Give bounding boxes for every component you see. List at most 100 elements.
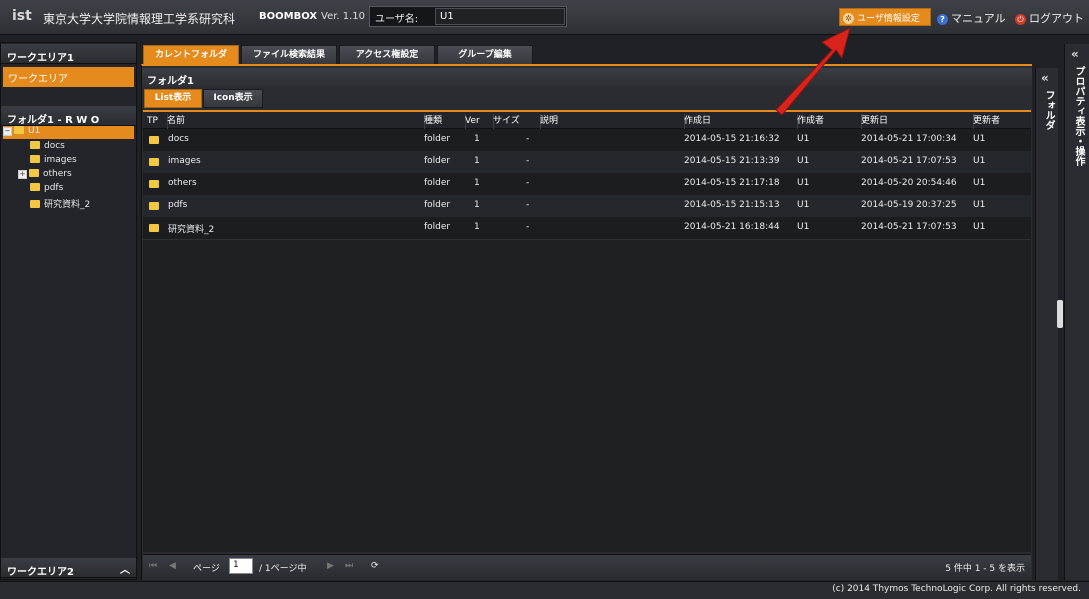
folder-tree-header-label: フォルダ1 - R W O <box>7 115 100 126</box>
cell-type: folder <box>424 156 451 166</box>
cell-ver: 1 <box>474 222 480 232</box>
cell-updated: 2014-05-19 20:37:25 <box>861 200 957 210</box>
refresh-icon[interactable]: ⟳ <box>371 561 379 571</box>
workarea-item[interactable]: ワークエリア <box>3 67 134 87</box>
cell-name: docs <box>168 134 189 144</box>
cell-creator: U1 <box>797 156 810 166</box>
column-header[interactable]: 名前 <box>163 114 425 129</box>
university-logo: ist <box>12 8 32 24</box>
column-header[interactable]: 更新者 <box>969 114 1035 129</box>
prev-page-icon[interactable]: ◀ <box>169 561 176 571</box>
column-header[interactable]: 作成日 <box>680 114 798 129</box>
column-header[interactable]: 種類 <box>420 114 466 129</box>
cell-size: - <box>526 156 530 166</box>
folder-tree: − U1 docs images + others pdfs 研究資料_2 <box>3 126 134 226</box>
tree-item-research[interactable]: 研究資料_2 <box>30 197 90 210</box>
expand-left-icon[interactable]: « <box>1071 47 1079 61</box>
first-page-icon[interactable]: ⏮ <box>149 561 157 571</box>
cell-updater: U1 <box>973 134 986 144</box>
next-page-icon[interactable]: ▶ <box>327 561 334 571</box>
cell-name: 研究資料_2 <box>168 225 215 235</box>
cell-updater: U1 <box>973 200 986 210</box>
table-row[interactable]: images folder 1 - 2014-05-15 21:13:39 U1 2014-… <box>143 151 1031 174</box>
folder-panel-label: フォルダ <box>1043 90 1054 130</box>
folder-icon <box>149 136 163 146</box>
product-version: Ver. 1.10 <box>321 11 366 22</box>
cell-creator: U1 <box>797 134 810 144</box>
tab-group-edit[interactable]: グループ編集 <box>437 45 533 66</box>
tree-item-docs[interactable]: docs <box>30 141 65 154</box>
logout-link[interactable]: ⏻ ログアウト <box>1015 10 1084 26</box>
cell-type: folder <box>424 178 451 188</box>
cell-creator: U1 <box>797 222 810 232</box>
folder-side-panel[interactable]: « フォルダ <box>1035 68 1058 580</box>
cell-created: 2014-05-15 21:17:18 <box>684 178 780 188</box>
cell-updater: U1 <box>973 156 986 166</box>
copyright: (c) 2014 Thymos TechnoLogic Corp. All ri… <box>832 584 1081 594</box>
cell-created: 2014-05-15 21:13:39 <box>684 156 780 166</box>
cell-updated: 2014-05-21 17:00:34 <box>861 134 957 144</box>
column-header[interactable]: 作成者 <box>793 114 862 129</box>
tab-current-folder[interactable]: カレントフォルダ <box>143 45 239 66</box>
organization-name: 東京大学大学院情報理工学系研究科 <box>43 12 236 26</box>
column-header[interactable]: 説明 <box>536 114 685 129</box>
last-page-icon[interactable]: ⏭ <box>345 561 353 571</box>
column-header[interactable]: 更新日 <box>857 114 974 129</box>
tree-item-label: images <box>44 155 77 165</box>
property-side-panel[interactable]: « プロパティ表示・操作 <box>1064 44 1089 580</box>
page-total: / 1ページ中 <box>259 564 307 574</box>
folder-icon <box>30 183 40 191</box>
folder-icon <box>29 169 39 177</box>
collapse-up-icon[interactable]: ︿ <box>120 561 130 576</box>
tab-icon-view[interactable]: Icon表示 <box>203 89 263 108</box>
annotation-arrow <box>775 27 851 115</box>
logout-label: ログアウト <box>1029 12 1084 25</box>
grid-header: TP 名前 種類 Ver サイズ 説明 作成日 作成者 更新日 更新者 <box>143 110 1031 129</box>
record-summary: 5 件中 1 - 5 を表示 <box>945 564 1025 574</box>
property-panel-label: プロパティ表示・操作 <box>1073 66 1084 166</box>
cell-name: others <box>168 178 197 188</box>
tab-file-search[interactable]: ファイル検索結果 <box>241 45 337 66</box>
cell-updater: U1 <box>973 222 986 232</box>
workarea2-label: ワークエリア2 <box>7 567 74 578</box>
manual-label: マニュアル <box>951 12 1006 25</box>
cell-ver: 1 <box>474 200 480 210</box>
tree-item-label: docs <box>44 141 65 151</box>
cell-ver: 1 <box>474 134 480 144</box>
workarea1-header[interactable]: ワークエリア1 <box>1 44 136 64</box>
help-icon: ? <box>937 14 948 25</box>
tree-item-images[interactable]: images <box>30 155 77 168</box>
column-header[interactable]: サイズ <box>489 114 541 129</box>
manual-link[interactable]: ? マニュアル <box>937 10 1006 26</box>
table-row[interactable]: docs folder 1 - 2014-05-15 21:16:32 U1 2014-05… <box>143 129 1031 152</box>
main-tabs: カレントフォルダ ファイル検索結果 アクセス権設定 グループ編集 <box>143 45 1031 66</box>
tab-access-rights[interactable]: アクセス権設定 <box>339 45 435 66</box>
cell-type: folder <box>424 222 451 232</box>
tree-item-label: 研究資料_2 <box>44 200 91 210</box>
collapse-icon[interactable]: − <box>3 127 12 136</box>
cell-size: - <box>526 222 530 232</box>
cell-name: images <box>168 156 201 166</box>
power-icon: ⏻ <box>1015 14 1026 25</box>
cell-updated: 2014-05-21 17:07:53 <box>861 156 957 166</box>
workarea2-header[interactable]: ワークエリア2 ︿ <box>1 558 136 578</box>
expand-icon[interactable]: + <box>18 170 27 179</box>
cell-created: 2014-05-15 21:15:13 <box>684 200 780 210</box>
folder-open-icon <box>14 126 24 134</box>
table-row[interactable]: pdfs folder 1 - 2014-05-15 21:15:13 U1 2014-05… <box>143 195 1031 218</box>
cell-creator: U1 <box>797 178 810 188</box>
table-row[interactable]: others folder 1 - 2014-05-15 21:17:18 U1 2014-… <box>143 173 1031 196</box>
tree-item-pdfs[interactable]: pdfs <box>30 183 63 196</box>
folder-icon <box>149 224 163 234</box>
folder-icon <box>149 202 163 212</box>
expand-left-icon[interactable]: « <box>1041 71 1049 85</box>
tab-list-view[interactable]: List表示 <box>144 89 202 108</box>
cell-created: 2014-05-15 21:16:32 <box>684 134 780 144</box>
tree-item-others[interactable]: + others <box>18 169 72 182</box>
page-number-input[interactable]: 1 <box>229 558 253 574</box>
cell-ver: 1 <box>474 178 480 188</box>
table-row[interactable]: 研究資料_2 folder 1 - 2014-05-21 16:18:44 U1 2014-… <box>143 217 1031 240</box>
tree-item-u1[interactable]: − U1 <box>3 126 134 139</box>
tree-item-label: U1 <box>28 126 41 136</box>
splitter-handle[interactable] <box>1057 300 1063 328</box>
